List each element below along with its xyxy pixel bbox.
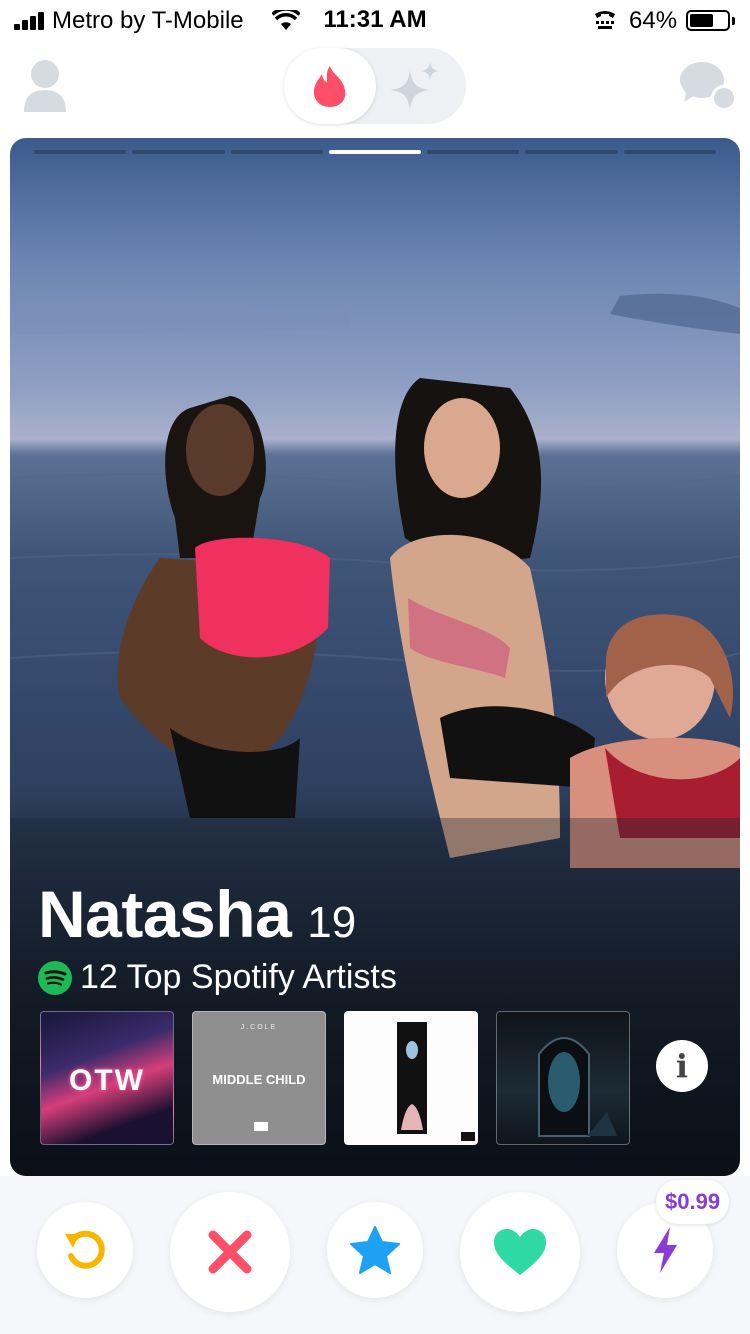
status-bar: Metro by T-Mobile 11:31 AM 64% bbox=[0, 0, 750, 42]
profile-name-row: Natasha 19 bbox=[38, 876, 356, 952]
rewind-icon bbox=[65, 1230, 105, 1269]
photo-progress-segment bbox=[525, 150, 618, 154]
album-title: MIDDLE CHILD bbox=[212, 1072, 306, 1087]
profile-age: 19 bbox=[307, 898, 357, 947]
album-art bbox=[538, 1037, 617, 1137]
info-button[interactable]: i bbox=[656, 1040, 708, 1092]
flame-icon bbox=[313, 66, 346, 107]
photo-progress-segment bbox=[34, 150, 127, 154]
profile-name: Natasha bbox=[38, 877, 292, 951]
discover-tab[interactable] bbox=[284, 48, 376, 124]
battery-percent: 64% bbox=[629, 7, 678, 34]
top-nav bbox=[0, 42, 750, 134]
album-art bbox=[397, 1022, 475, 1141]
spotify-icon bbox=[38, 960, 72, 995]
action-bar: $0.99 bbox=[0, 1176, 750, 1334]
photo-progress-segment bbox=[328, 150, 422, 154]
tty-icon bbox=[595, 11, 615, 29]
nope-button[interactable] bbox=[170, 1192, 290, 1312]
like-button[interactable] bbox=[460, 1192, 580, 1312]
photo-progress-segment bbox=[623, 150, 716, 154]
album-row: OTW J.COLE MIDDLE CHILD bbox=[40, 1011, 630, 1145]
x-icon bbox=[208, 1230, 252, 1274]
rewind-button[interactable] bbox=[37, 1202, 133, 1298]
album-cover[interactable]: OTW bbox=[40, 1011, 174, 1145]
album-artist: J.COLE bbox=[240, 1024, 278, 1031]
heart-icon bbox=[494, 1229, 546, 1275]
boost-price-badge: $0.99 bbox=[656, 1180, 730, 1224]
album-title: OTW bbox=[69, 1064, 145, 1097]
battery-icon bbox=[686, 10, 730, 31]
spotify-row: 12 Top Spotify Artists bbox=[38, 958, 397, 997]
album-cover[interactable] bbox=[496, 1011, 630, 1145]
mode-toggle[interactable] bbox=[284, 48, 466, 124]
photo-progress-segment bbox=[132, 150, 225, 154]
album-cover[interactable] bbox=[344, 1011, 478, 1145]
info-icon: i bbox=[675, 1047, 689, 1085]
advisory-label bbox=[254, 1122, 268, 1131]
spotify-label: 12 Top Spotify Artists bbox=[80, 958, 397, 996]
album-cover[interactable]: J.COLE MIDDLE CHILD bbox=[192, 1011, 326, 1145]
super-like-button[interactable] bbox=[327, 1202, 423, 1298]
chat-icon[interactable] bbox=[680, 60, 738, 112]
profile-card[interactable]: Natasha 19 12 Top Spotify Artists OTW J.C… bbox=[10, 138, 740, 1176]
sparkle-icon[interactable] bbox=[390, 62, 440, 110]
photo-progress-segment bbox=[230, 150, 323, 154]
photo-progress-segment bbox=[427, 150, 520, 154]
lightning-icon bbox=[654, 1227, 677, 1273]
battery-tip bbox=[732, 17, 735, 25]
profile-icon[interactable] bbox=[22, 58, 68, 114]
star-icon bbox=[350, 1226, 400, 1274]
photo-progress bbox=[34, 150, 716, 155]
